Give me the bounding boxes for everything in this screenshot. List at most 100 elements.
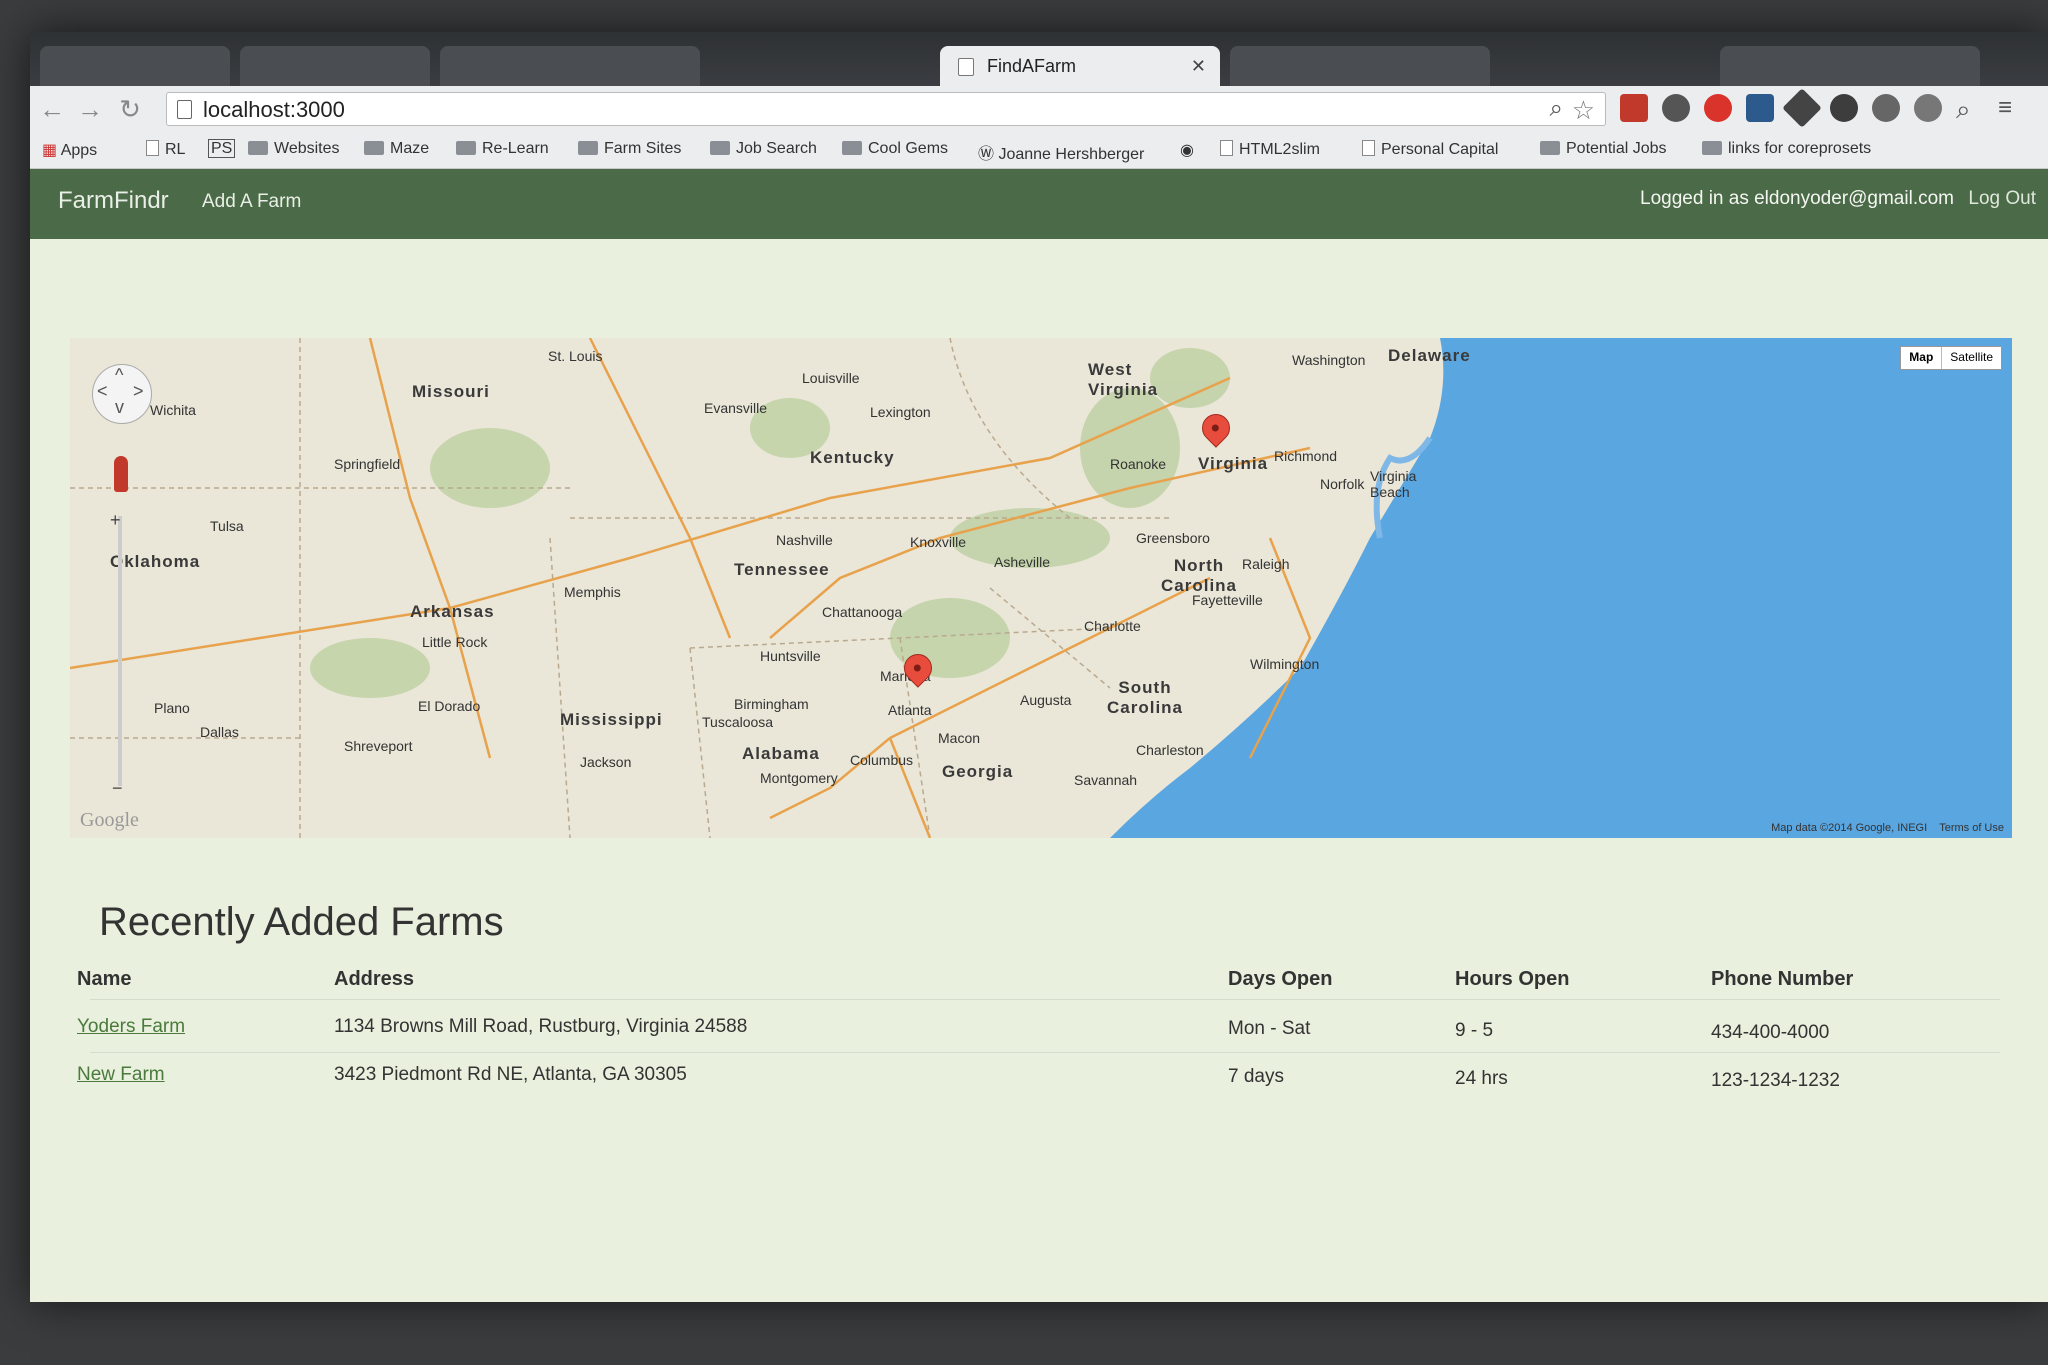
farm-hours-open: 9 - 5 [1455,1020,1494,1041]
tab-background-2[interactable] [240,46,430,86]
bookmark-cool-gems[interactable]: Cool Gems [842,140,948,158]
logout-link[interactable]: Log Out [1968,188,2036,210]
map-pan-control[interactable]: ^ < > v [92,364,152,424]
bookmark-label: links for coreprosets [1728,140,1872,157]
tab-background-3[interactable] [440,46,700,86]
folder-icon [1540,141,1560,155]
menu-icon[interactable]: ≡ [1998,94,2026,122]
column-header-address: Address [334,968,415,990]
layers-extension-icon[interactable] [1662,94,1690,122]
bookmark-label: Joanne Hershberger [998,146,1145,163]
map-label-kentucky: Kentucky [810,448,895,467]
map-type-map-button[interactable]: Map [1901,347,1943,369]
bookmarks-bar: ▦ Apps RL PS Websites Maze Re-Learn Farm… [30,132,2048,169]
zoom-slider[interactable] [118,516,122,786]
map-city-washington: Washington [1292,352,1366,368]
bookmark-gg[interactable]: ◉ [1180,140,1194,160]
folder-icon [710,141,730,155]
map-city-greensboro: Greensboro [1136,530,1210,546]
map-city-virginia-beach: Virginia Beach [1370,468,1417,500]
map-label-tennessee: Tennessee [734,560,830,579]
bookmark-label: Apps [60,142,98,159]
map-city-huntsville: Huntsville [760,648,821,664]
map-type-satellite-button[interactable]: Satellite [1942,347,2001,369]
bookmark-label: Farm Sites [604,140,682,157]
map-city-charlotte: Charlotte [1084,618,1141,634]
page-icon [958,58,974,77]
extension-icon-1[interactable] [1620,94,1648,122]
street-view-pegman-icon[interactable] [114,456,128,492]
bookmark-label: Cool Gems [868,140,949,157]
check-extension-icon[interactable] [1746,94,1774,122]
chevron-left-icon[interactable]: < [97,381,108,402]
section-title: Recently Added Farms [99,900,504,944]
app-navbar: FarmFindr Add A Farm Logged in as eldony… [30,169,2048,239]
farm-address: 3423 Piedmont Rd NE, Atlanta, GA 30305 [334,1064,687,1085]
zoom-out-icon[interactable]: − [112,778,123,799]
chevron-down-icon[interactable]: v [115,397,124,418]
map-city-st-louis: St. Louis [548,348,603,364]
folder-icon [1702,141,1722,155]
bookmark-maze[interactable]: Maze [364,140,429,158]
bookmark-websites[interactable]: Websites [248,140,340,158]
extension-icon-8[interactable] [1914,94,1942,122]
tab-strip: FindAFarm ✕ [30,32,2048,86]
add-farm-link[interactable]: Add A Farm [202,191,301,213]
bookmark-html2slim[interactable]: HTML2slim [1220,140,1320,159]
chevron-up-icon[interactable]: ^ [115,365,123,386]
bookmark-potential-jobs[interactable]: Potential Jobs [1540,140,1667,158]
map-label-missouri: Missouri [412,382,490,401]
terms-of-use-link[interactable]: Terms of Use [1939,822,2004,834]
forward-arrow-icon[interactable]: → [74,94,106,125]
search-icon[interactable]: ⌕ [1550,95,1563,123]
extension-icon-7[interactable] [1872,94,1900,122]
bookmark-re-learn[interactable]: Re-Learn [456,140,549,158]
column-header-phone-number: Phone Number [1711,968,1854,990]
map-label-virginia: Virginia [1198,454,1269,473]
bookmark-label: Maze [390,140,430,157]
map-label-georgia: Georgia [942,762,1014,781]
diamond-extension-icon[interactable] [1782,88,1822,128]
map-city-nashville: Nashville [776,532,833,548]
back-arrow-icon[interactable]: ← [36,94,68,125]
bookmark-joanne-hershberger[interactable]: Ⓦ Joanne Hershberger [978,140,1144,164]
power-extension-icon[interactable] [1704,94,1732,122]
farm-name-link[interactable]: Yoders Farm [77,1016,185,1038]
map-city-lexington: Lexington [870,404,931,420]
bookmark-personal-capital[interactable]: Personal Capital [1362,140,1498,159]
map-city-springfield: Springfield [334,456,401,472]
chevron-right-icon[interactable]: > [133,381,144,402]
search-extension-icon[interactable]: ⌕ [1956,94,1984,124]
map-city-plano: Plano [154,700,190,716]
extension-icon-6[interactable] [1830,94,1858,122]
bookmark-star-icon[interactable]: ☆ [1572,95,1595,126]
map-city-birmingham: Birmingham [734,696,809,712]
map-city-knoxville: Knoxville [910,534,967,550]
map-city-norfolk: Norfolk [1320,476,1365,492]
tab-background-4[interactable] [1230,46,1490,86]
map-city-atlanta: Atlanta [888,702,932,718]
bookmark-label: Job Search [736,140,817,157]
tab-background-5[interactable] [1720,46,1980,86]
zoom-in-icon[interactable]: + [110,510,121,531]
close-tab-icon[interactable]: ✕ [1191,46,1206,86]
file-icon [1220,140,1233,156]
farm-name-link[interactable]: New Farm [77,1064,165,1086]
tab-background-1[interactable] [40,46,230,86]
bookmark-apps[interactable]: ▦ Apps [42,140,97,160]
map-data-credit: Map data ©2014 Google, INEGI [1771,822,1928,834]
bookmark-links-for-coreprosets[interactable]: links for coreprosets [1702,140,1871,158]
reload-icon[interactable]: ↻ [114,94,146,125]
tab-findafarm[interactable]: FindAFarm ✕ [940,46,1220,86]
bookmark-job-search[interactable]: Job Search [710,140,817,158]
bookmark-farm-sites[interactable]: Farm Sites [578,140,681,158]
map-city-macon: Macon [938,730,981,746]
map-type-control: Map Satellite [1900,346,2002,370]
bookmark-label: Re-Learn [482,140,549,157]
bookmark-rl[interactable]: RL [146,140,185,159]
google-map[interactable]: Missouri Kentucky West Virginia Virginia… [70,338,2012,838]
brand-logo[interactable]: FarmFindr [58,187,169,215]
address-bar[interactable]: localhost:3000 ⌕ ☆ [166,92,1606,126]
bookmark-ps[interactable]: PS [208,139,236,158]
google-logo: Google [80,809,139,831]
